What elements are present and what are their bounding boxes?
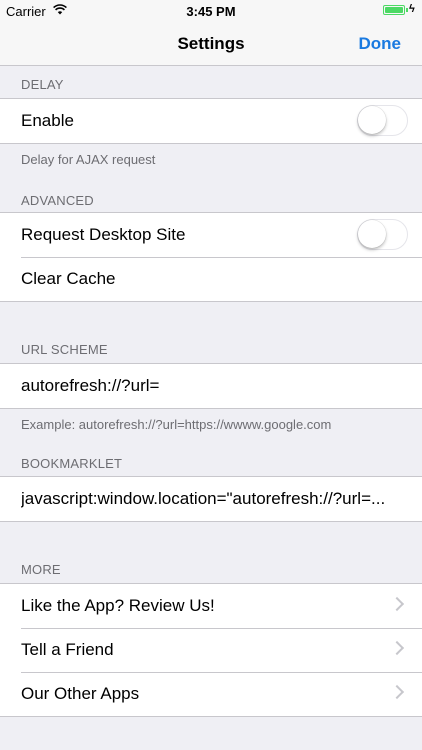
charging-bolt-icon: ϟ [409,3,415,15]
battery-tip [406,8,408,12]
row-bookmarklet: javascript:window.location="autorefresh:… [0,477,422,521]
row-request-desktop: Request Desktop Site [0,213,422,257]
status-time: 3:45 PM [186,4,236,19]
section-header-more: MORE [21,562,61,577]
status-bar: Carrier 3:45 PM ϟ [0,0,422,22]
done-button[interactable]: Done [359,34,402,54]
section-header-url-scheme: URL SCHEME [21,342,108,357]
review-us-label: Like the App? Review Us! [21,596,215,615]
chevron-right-icon [389,684,405,700]
bookmarklet-field[interactable]: javascript:window.location="autorefresh:… [21,489,406,509]
group-advanced: Request Desktop Site Clear Cache [0,212,422,302]
request-desktop-toggle[interactable] [357,219,408,250]
chevron-right-icon [389,596,405,612]
tell-a-friend-label: Tell a Friend [21,640,114,659]
clear-cache-label: Clear Cache [21,269,116,288]
chevron-right-icon [389,640,405,656]
group-bookmarklet: javascript:window.location="autorefresh:… [0,476,422,522]
url-scheme-input[interactable] [21,376,406,396]
navigation-bar: Settings Done [0,22,422,66]
settings-table: DELAY Enable Delay for AJAX request ADVA… [0,66,422,717]
toggle-knob [358,220,386,248]
row-url-scheme [0,364,422,408]
enable-label: Enable [21,111,74,130]
battery-fill [385,7,403,13]
review-us-row[interactable]: Like the App? Review Us! [0,584,422,628]
toggle-knob [358,106,386,134]
section-header-bookmarklet: BOOKMARKLET [21,456,123,471]
group-url-scheme [0,363,422,409]
other-apps-row[interactable]: Our Other Apps [0,672,422,716]
group-delay: Enable [0,98,422,144]
tell-a-friend-row[interactable]: Tell a Friend [0,628,422,672]
row-enable: Enable [0,99,422,143]
request-desktop-label: Request Desktop Site [21,225,186,244]
other-apps-label: Our Other Apps [21,684,140,703]
section-footer-url-scheme: Example: autorefresh://?url=https://wwww… [21,417,332,432]
battery-icon [383,5,405,15]
enable-toggle[interactable] [357,105,408,136]
section-header-delay: DELAY [21,77,64,92]
group-more: Like the App? Review Us! Tell a Friend O… [0,583,422,717]
section-footer-delay: Delay for AJAX request [21,152,156,167]
section-header-advanced: ADVANCED [21,193,94,208]
clear-cache-row[interactable]: Clear Cache [0,257,422,301]
